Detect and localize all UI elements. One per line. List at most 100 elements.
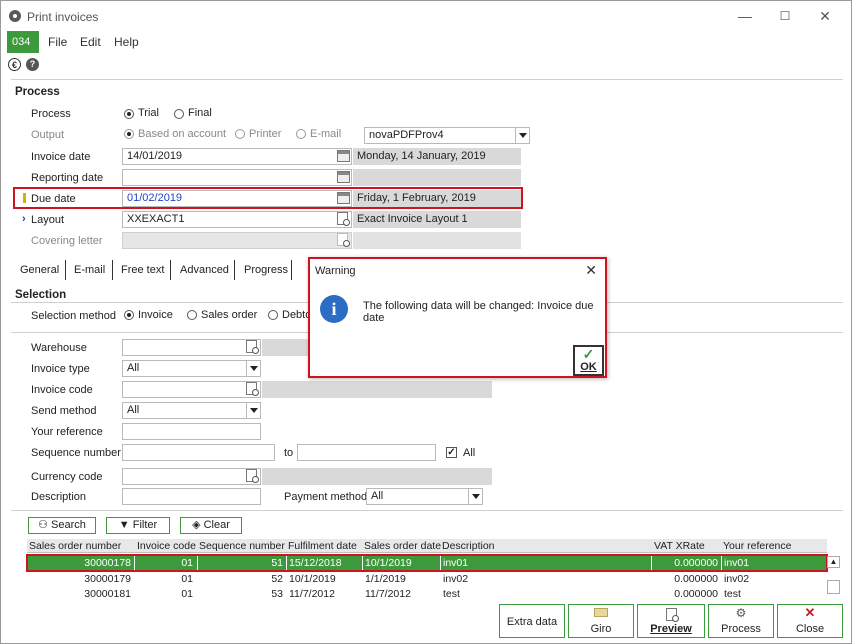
scroll-up-icon[interactable]: ▲ bbox=[827, 556, 840, 568]
dialog-close-icon[interactable]: ✕ bbox=[585, 262, 597, 279]
scroll-thumb[interactable] bbox=[827, 580, 840, 594]
chevron-down-icon[interactable] bbox=[468, 489, 482, 504]
process-label: Process bbox=[31, 108, 71, 120]
ok-button[interactable]: ✓ OK bbox=[573, 345, 604, 376]
column-header[interactable]: Sequence number bbox=[199, 540, 285, 552]
lookup-icon[interactable] bbox=[246, 469, 259, 483]
debtor-label: Debto bbox=[282, 309, 312, 321]
reporting-date-input[interactable] bbox=[122, 169, 352, 186]
lookup-icon[interactable] bbox=[246, 340, 259, 354]
currency-code-label: Currency code bbox=[31, 471, 103, 483]
to-label: to bbox=[284, 447, 294, 459]
grid-scrollbar[interactable]: ▲ bbox=[827, 556, 840, 596]
filter-icon: ▼ bbox=[118, 519, 133, 531]
required-marker bbox=[23, 193, 26, 203]
column-header[interactable]: Invoice code bbox=[137, 540, 196, 552]
clear-button[interactable]: ◈ Clear bbox=[180, 517, 242, 534]
warehouse-label: Warehouse bbox=[31, 342, 87, 354]
table-row[interactable]: 30000181 01 53 11/7/2012 11/7/2012 test … bbox=[27, 587, 827, 601]
due-date-text: Friday, 1 February, 2019 bbox=[353, 190, 521, 207]
final-radio[interactable] bbox=[174, 109, 184, 119]
all-label: All bbox=[463, 447, 476, 459]
based-on-account-radio[interactable] bbox=[124, 129, 134, 139]
covering-letter-text bbox=[353, 232, 521, 249]
layout-text: Exact Invoice Layout 1 bbox=[353, 211, 521, 228]
column-header[interactable]: Fulfilment date bbox=[288, 540, 357, 552]
calendar-icon[interactable] bbox=[337, 150, 350, 162]
cell-sales-order-date: 1/1/2019 bbox=[365, 573, 406, 585]
process-button[interactable]: ⚙ Process bbox=[708, 604, 774, 638]
tab-general[interactable]: General bbox=[20, 264, 59, 276]
send-method-value: All bbox=[127, 404, 140, 416]
tab-progress[interactable]: Progress bbox=[244, 264, 288, 276]
email-radio[interactable] bbox=[296, 129, 306, 139]
menu-edit[interactable]: Edit bbox=[80, 35, 101, 49]
giro-button[interactable]: Giro bbox=[568, 604, 634, 638]
column-header[interactable]: Sales order number bbox=[29, 540, 121, 552]
tab-separator bbox=[112, 260, 113, 280]
sequence-from-input[interactable] bbox=[122, 444, 275, 461]
menu-help[interactable]: Help bbox=[114, 35, 139, 49]
cell-sequence-number: 53 bbox=[271, 588, 283, 600]
binoculars-icon: ⚇ bbox=[38, 519, 52, 531]
calendar-icon[interactable] bbox=[337, 192, 350, 204]
sales-order-radio[interactable] bbox=[187, 310, 197, 320]
invoice-date-text: Monday, 14 January, 2019 bbox=[353, 148, 521, 165]
close-button[interactable]: ✕ Close bbox=[777, 604, 843, 638]
invoice-code-input[interactable] bbox=[122, 381, 261, 398]
menu-file[interactable]: File bbox=[48, 35, 67, 49]
printer-select[interactable]: novaPDFProv4 bbox=[364, 127, 530, 144]
currency-code-input[interactable] bbox=[122, 468, 261, 485]
your-reference-input[interactable] bbox=[122, 423, 261, 440]
printer-radio[interactable] bbox=[235, 129, 245, 139]
tab-free-text[interactable]: Free text bbox=[121, 264, 164, 276]
extra-data-button[interactable]: Extra data bbox=[499, 604, 565, 638]
minimize-button[interactable]: — bbox=[725, 5, 765, 27]
lookup-icon[interactable] bbox=[337, 212, 350, 226]
dialog-message: The following data will be changed: Invo… bbox=[363, 300, 594, 324]
due-date-input[interactable]: 01/02/2019 bbox=[122, 190, 352, 207]
send-method-select[interactable]: All bbox=[122, 402, 261, 419]
tab-advanced[interactable]: Advanced bbox=[180, 264, 229, 276]
chevron-down-icon[interactable] bbox=[246, 403, 260, 418]
trial-radio[interactable] bbox=[124, 109, 134, 119]
tab-email[interactable]: E-mail bbox=[74, 264, 105, 276]
invoice-type-select[interactable]: All bbox=[122, 360, 261, 377]
reporting-date-label: Reporting date bbox=[31, 172, 104, 184]
company-badge[interactable]: 034 bbox=[7, 31, 39, 53]
invoice-type-value: All bbox=[127, 362, 140, 374]
close-window-button[interactable]: ✕ bbox=[805, 5, 845, 27]
invoice-radio[interactable] bbox=[124, 310, 134, 320]
calendar-icon[interactable] bbox=[337, 171, 350, 183]
cell-sales-order-number: 30000181 bbox=[84, 588, 131, 600]
final-label: Final bbox=[188, 107, 212, 119]
debtor-radio[interactable] bbox=[268, 310, 278, 320]
sequence-to-input[interactable] bbox=[297, 444, 436, 461]
all-checkbox[interactable]: ✓ bbox=[446, 447, 457, 458]
filter-button[interactable]: ▼ Filter bbox=[106, 517, 170, 534]
chevron-down-icon[interactable] bbox=[246, 361, 260, 376]
cell-your-reference: test bbox=[724, 588, 741, 600]
column-header[interactable]: VAT XRate bbox=[654, 540, 705, 552]
cell-fulfilment-date: 10/1/2019 bbox=[289, 573, 336, 585]
chevron-down-icon[interactable] bbox=[515, 128, 529, 143]
currency-code-text bbox=[262, 468, 492, 485]
table-row[interactable]: 30000179 01 52 10/1/2019 1/1/2019 inv02 … bbox=[27, 572, 827, 586]
help-icon[interactable]: ? bbox=[26, 58, 39, 71]
layout-input[interactable]: XXEXACT1 bbox=[122, 211, 352, 228]
invoice-date-input[interactable]: 14/01/2019 bbox=[122, 148, 352, 165]
column-header[interactable]: Description bbox=[442, 540, 495, 552]
warehouse-input[interactable] bbox=[122, 339, 261, 356]
column-header[interactable]: Sales order date bbox=[364, 540, 441, 552]
lookup-icon[interactable] bbox=[246, 382, 259, 396]
lookup-icon[interactable] bbox=[337, 233, 350, 247]
column-header[interactable]: Your reference bbox=[723, 540, 792, 552]
preview-button[interactable]: Preview bbox=[637, 604, 705, 638]
payment-method-select[interactable]: All bbox=[366, 488, 483, 505]
description-input[interactable] bbox=[122, 488, 261, 505]
covering-letter-input[interactable] bbox=[122, 232, 352, 249]
search-button[interactable]: ⚇ Search bbox=[28, 517, 96, 534]
euro-icon[interactable]: € bbox=[8, 58, 21, 71]
cell-fulfilment-date: 11/7/2012 bbox=[289, 588, 335, 600]
maximize-button[interactable]: ☐ bbox=[765, 5, 805, 27]
